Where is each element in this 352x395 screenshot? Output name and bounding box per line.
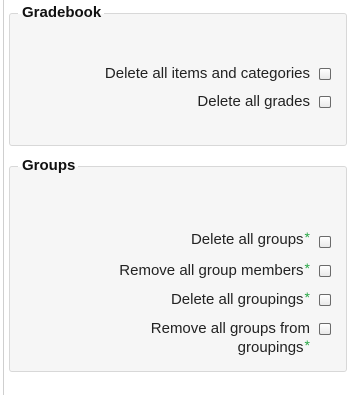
- delete-all-groupings-checkbox[interactable]: [319, 294, 331, 306]
- required-marker-icon: *: [304, 229, 310, 245]
- gradebook-legend: Gradebook: [18, 4, 105, 22]
- groups-fieldset: Groups Delete all groups* Remove all gro…: [9, 157, 347, 372]
- gradebook-fieldset: Gradebook Delete all items and categorie…: [9, 4, 347, 146]
- required-marker-icon: *: [304, 289, 310, 305]
- option-label: Remove all groups from groupings*: [150, 320, 310, 356]
- groups-legend: Groups: [18, 157, 79, 175]
- required-marker-icon: *: [304, 260, 310, 276]
- remove-all-groups-from-groupings-checkbox[interactable]: [319, 323, 331, 335]
- option-label: Delete all groupings*: [170, 289, 310, 308]
- delete-all-groups-checkbox[interactable]: [319, 236, 331, 248]
- left-border: [3, 0, 4, 395]
- option-label: Delete all grades: [197, 93, 310, 110]
- delete-all-items-and-categories-checkbox[interactable]: [319, 68, 331, 80]
- required-marker-icon: *: [304, 337, 310, 353]
- option-label: Remove all group members*: [119, 260, 310, 279]
- remove-all-group-members-checkbox[interactable]: [319, 265, 331, 277]
- option-label: Delete all items and categories: [104, 65, 310, 82]
- delete-all-grades-checkbox[interactable]: [319, 96, 331, 108]
- option-label: Delete all groups*: [190, 229, 310, 248]
